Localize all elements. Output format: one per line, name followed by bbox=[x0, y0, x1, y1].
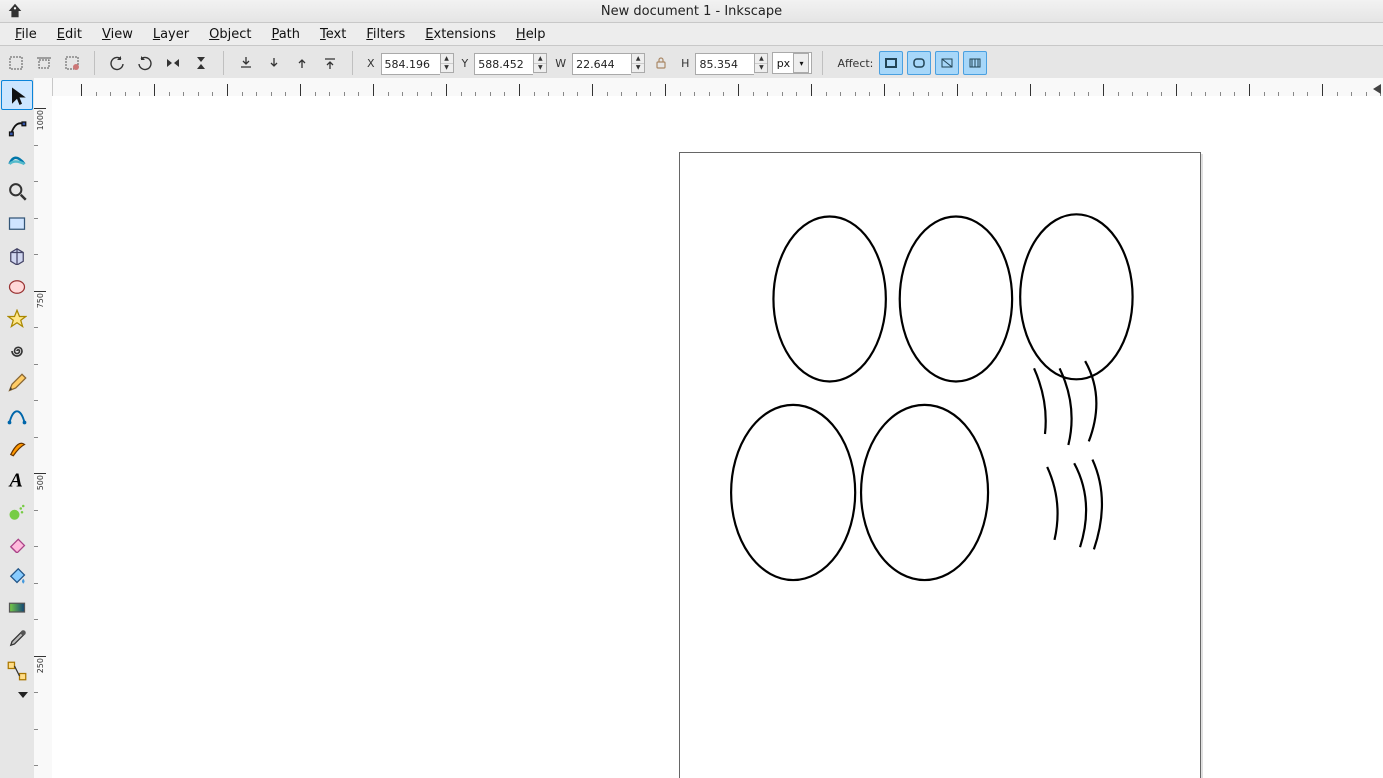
menu-text[interactable]: Text bbox=[311, 24, 355, 45]
tool-pencil[interactable] bbox=[1, 368, 33, 398]
menu-extensions[interactable]: Extensions bbox=[416, 24, 505, 45]
lower-to-bottom-icon[interactable] bbox=[234, 51, 258, 75]
separator bbox=[822, 51, 823, 75]
vertical-ruler[interactable]: 1000750500250 bbox=[34, 96, 53, 778]
tool-spray[interactable] bbox=[1, 496, 33, 526]
title-bar: New document 1 - Inkscape bbox=[0, 0, 1383, 23]
tool-bezier[interactable] bbox=[1, 400, 33, 430]
separator bbox=[94, 51, 95, 75]
select-all-icon[interactable] bbox=[4, 51, 28, 75]
menu-filters[interactable]: Filters bbox=[357, 24, 414, 45]
select-in-layers-icon[interactable] bbox=[32, 51, 56, 75]
h-label: H bbox=[681, 57, 689, 70]
tool-paintbucket[interactable] bbox=[1, 560, 33, 590]
menu-file[interactable]: File bbox=[6, 24, 46, 45]
lower-icon[interactable] bbox=[262, 51, 286, 75]
tool-gradient[interactable] bbox=[1, 592, 33, 622]
drawn-path[interactable] bbox=[1085, 361, 1096, 441]
drawn-path[interactable] bbox=[1047, 467, 1057, 540]
drawn-ellipse[interactable] bbox=[900, 217, 1012, 382]
svg-text:A: A bbox=[8, 470, 23, 490]
flip-vertical-icon[interactable] bbox=[189, 51, 213, 75]
tool-selector[interactable] bbox=[1, 80, 33, 110]
tool-zoom[interactable] bbox=[1, 176, 33, 206]
affect-gradient-icon[interactable] bbox=[935, 51, 959, 75]
canvas[interactable] bbox=[52, 96, 1383, 778]
deselect-icon[interactable] bbox=[60, 51, 84, 75]
tool-text[interactable]: A bbox=[1, 464, 33, 494]
lock-aspect-icon[interactable] bbox=[649, 51, 673, 75]
y-spin[interactable]: ▲▼ bbox=[474, 53, 547, 73]
separator bbox=[352, 51, 353, 75]
x-spin[interactable]: ▲▼ bbox=[381, 53, 454, 73]
w-spin[interactable]: ▲▼ bbox=[572, 53, 645, 73]
drawn-ellipse[interactable] bbox=[773, 217, 885, 382]
y-input[interactable] bbox=[474, 53, 533, 75]
menu-path[interactable]: Path bbox=[262, 24, 309, 45]
flip-horizontal-icon[interactable] bbox=[161, 51, 185, 75]
rotate-cw-icon[interactable] bbox=[133, 51, 157, 75]
tool-dropper[interactable] bbox=[1, 624, 33, 654]
page bbox=[679, 152, 1201, 778]
menu-edit[interactable]: Edit bbox=[48, 24, 91, 45]
tool-3dbox[interactable] bbox=[1, 240, 33, 270]
spin-buttons[interactable]: ▲▼ bbox=[440, 53, 454, 73]
menu-object[interactable]: Object bbox=[200, 24, 260, 45]
spin-buttons[interactable]: ▲▼ bbox=[631, 53, 645, 73]
tool-tweak[interactable] bbox=[1, 144, 33, 174]
raise-icon[interactable] bbox=[290, 51, 314, 75]
x-input[interactable] bbox=[381, 53, 440, 75]
x-label: X bbox=[367, 57, 375, 70]
drawn-ellipse[interactable] bbox=[1020, 214, 1132, 379]
drawn-path[interactable] bbox=[1034, 368, 1046, 434]
drawn-ellipse[interactable] bbox=[731, 405, 855, 580]
more-tools-icon[interactable] bbox=[18, 692, 28, 698]
window-title: New document 1 - Inkscape bbox=[601, 4, 782, 19]
tool-node[interactable] bbox=[1, 112, 33, 142]
tool-spiral[interactable] bbox=[1, 336, 33, 366]
ruler-corner bbox=[34, 78, 53, 96]
units-value: px bbox=[775, 57, 791, 70]
menu-bar: FileEditViewLayerObjectPathTextFiltersEx… bbox=[0, 23, 1383, 46]
menu-view[interactable]: View bbox=[93, 24, 142, 45]
menu-layer[interactable]: Layer bbox=[144, 24, 198, 45]
menu-help[interactable]: Help bbox=[507, 24, 555, 45]
horizontal-ruler[interactable]: -800-700-600-500-400-300-200-10001002003… bbox=[52, 78, 1383, 96]
y-label: Y bbox=[462, 57, 469, 70]
rotate-ccw-icon[interactable] bbox=[105, 51, 129, 75]
drawn-path[interactable] bbox=[1074, 463, 1086, 547]
tool-options-bar: X ▲▼ Y ▲▼ W ▲▼ H ▲▼ px▾ Affect: bbox=[0, 46, 1383, 81]
page-drawing bbox=[680, 153, 1200, 778]
spin-buttons[interactable]: ▲▼ bbox=[533, 53, 547, 73]
affect-stroke-icon[interactable] bbox=[879, 51, 903, 75]
horizontal-ruler-wrap: -800-700-600-500-400-300-200-10001002003… bbox=[34, 78, 1383, 97]
separator bbox=[223, 51, 224, 75]
drawn-ellipse[interactable] bbox=[861, 405, 988, 580]
tool-ellipse[interactable] bbox=[1, 272, 33, 302]
w-label: W bbox=[555, 57, 566, 70]
tool-eraser[interactable] bbox=[1, 528, 33, 558]
units-select[interactable]: px▾ bbox=[772, 52, 812, 74]
toolbox: A bbox=[0, 78, 35, 778]
h-input[interactable] bbox=[695, 53, 754, 75]
affect-pattern-icon[interactable] bbox=[963, 51, 987, 75]
inkscape-app-icon bbox=[6, 2, 24, 20]
tool-connector[interactable] bbox=[1, 656, 33, 686]
affect-rx-icon[interactable] bbox=[907, 51, 931, 75]
ruler-end-triangle-icon bbox=[1373, 84, 1381, 94]
tool-star[interactable] bbox=[1, 304, 33, 334]
tool-calligraphy[interactable] bbox=[1, 432, 33, 462]
chevron-down-icon[interactable]: ▾ bbox=[793, 53, 809, 73]
w-input[interactable] bbox=[572, 53, 631, 75]
drawn-path[interactable] bbox=[1092, 460, 1102, 550]
raise-to-top-icon[interactable] bbox=[318, 51, 342, 75]
h-spin[interactable]: ▲▼ bbox=[695, 53, 768, 73]
tool-rect[interactable] bbox=[1, 208, 33, 238]
spin-buttons[interactable]: ▲▼ bbox=[754, 53, 768, 73]
affect-label: Affect: bbox=[837, 57, 873, 70]
